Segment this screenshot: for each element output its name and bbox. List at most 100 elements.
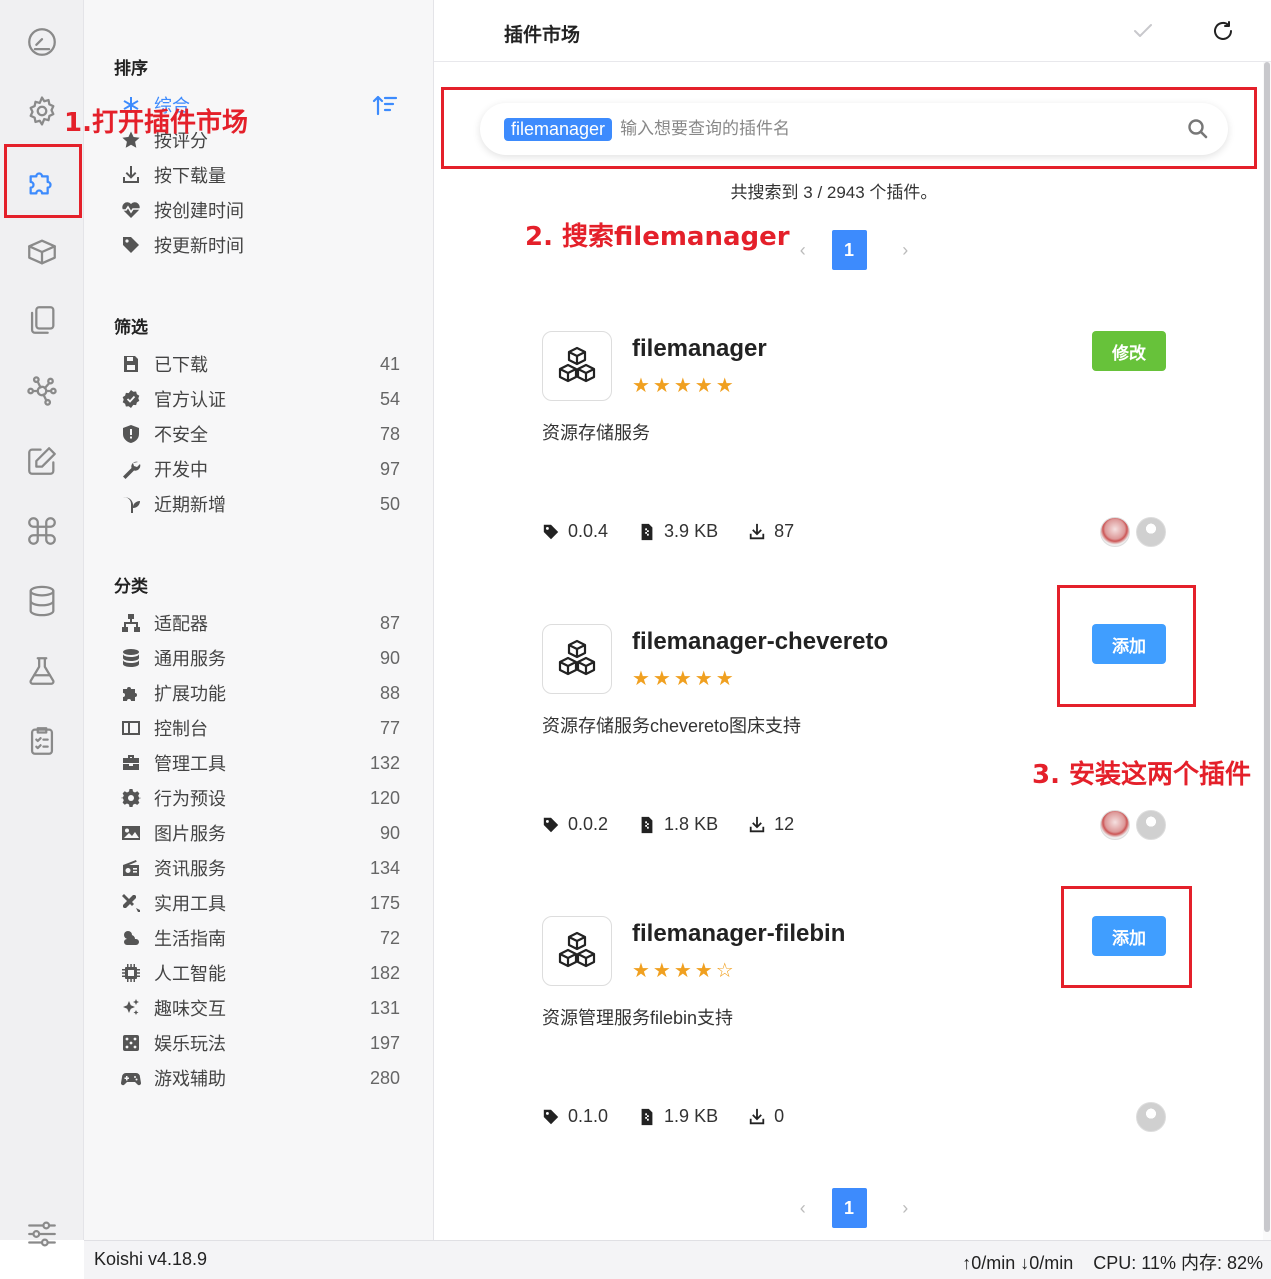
current-page[interactable]: 1: [831, 230, 867, 270]
refresh-icon[interactable]: [1208, 16, 1238, 46]
sort-item-updated[interactable]: 按更新时间: [120, 230, 400, 260]
maintainer-avatar[interactable]: [1136, 1102, 1166, 1132]
edit-notes-icon[interactable]: [22, 441, 62, 481]
category-item-count: 175: [369, 892, 400, 913]
sort-item-created[interactable]: 按创建时间: [120, 195, 400, 225]
plugin-action-button[interactable]: 修改: [1092, 331, 1166, 371]
category-item-label: 资讯服务: [154, 859, 226, 879]
current-page[interactable]: 1: [831, 1188, 867, 1228]
plugin-version: 0.1.0: [568, 1106, 609, 1126]
category-item[interactable]: 娱乐玩法 197: [120, 1028, 400, 1058]
tag-icon: [120, 234, 142, 256]
category-item[interactable]: 适配器 87: [120, 608, 400, 638]
maintainers: [1130, 1102, 1166, 1132]
upload-rate: 0/min: [971, 1253, 1016, 1273]
filter-item-label: 开发中: [154, 460, 208, 480]
plugin-name[interactable]: filemanager-filebin: [632, 920, 845, 948]
sort-item-downloads[interactable]: 按下载量: [120, 160, 400, 190]
top-bar: 插件市场: [434, 0, 1271, 62]
category-item[interactable]: 趣味交互 131: [120, 993, 400, 1023]
category-item[interactable]: 控制台 77: [120, 713, 400, 743]
version-tag-icon: [543, 524, 559, 539]
logs-clipboard-icon[interactable]: [22, 721, 62, 761]
settings-gear-icon[interactable]: [22, 91, 62, 131]
category-item[interactable]: 游戏辅助 280: [120, 1063, 400, 1093]
maintainer-avatar[interactable]: [1136, 810, 1166, 840]
category-item[interactable]: 实用工具 175: [120, 888, 400, 918]
category-item[interactable]: 资讯服务 134: [120, 853, 400, 883]
category-item-label: 管理工具: [154, 754, 226, 774]
maintainer-avatar[interactable]: [1136, 517, 1166, 547]
maintainer-avatar[interactable]: [1100, 517, 1130, 547]
category-item-count: 120: [369, 787, 400, 808]
version-tag-icon: [543, 817, 559, 832]
category-item[interactable]: 通用服务 90: [120, 643, 400, 673]
database-icon[interactable]: [22, 581, 62, 621]
result-count: 共搜索到 3 / 2943 个插件。: [730, 183, 938, 202]
category-item-label: 行为预设: [154, 789, 226, 809]
annotation-box-add1: [1057, 585, 1196, 707]
category-item[interactable]: 管理工具 132: [120, 748, 400, 778]
plugin-size: 3.9 KB: [664, 521, 719, 541]
chip-icon: [120, 962, 142, 984]
filter-item[interactable]: 官方认证 54: [120, 384, 400, 414]
filter-item[interactable]: 不安全 78: [120, 419, 400, 449]
maintainer-avatar[interactable]: [1100, 810, 1130, 840]
save-icon: [120, 353, 142, 375]
rating-stars: ★★★★★: [632, 375, 737, 397]
category-item-count: 77: [379, 717, 400, 738]
sitemap-icon: [120, 612, 142, 634]
dashboard-icon[interactable]: [22, 22, 62, 62]
download-icon: [120, 164, 142, 186]
weather-icon: [120, 927, 142, 949]
sandbox-flask-icon[interactable]: [22, 651, 62, 691]
filter-item[interactable]: 近期新增 50: [120, 489, 400, 519]
plugin-name[interactable]: filemanager: [632, 335, 767, 363]
network-dependencies-icon[interactable]: [22, 371, 62, 411]
prev-page-icon[interactable]: ‹: [794, 1198, 812, 1219]
category-item-count: 87: [379, 612, 400, 633]
category-item[interactable]: 人工智能 182: [120, 958, 400, 988]
category-item-label: 人工智能: [154, 964, 226, 984]
scroll-thumb[interactable]: [1264, 62, 1270, 1232]
gamepad-icon: [120, 1067, 142, 1089]
category-item-label: 控制台: [154, 719, 208, 739]
file-size-icon: [641, 523, 653, 540]
category-item-count: 90: [379, 822, 400, 843]
toolbox-icon: [120, 752, 142, 774]
filter-item[interactable]: 已下载 41: [120, 349, 400, 379]
command-icon[interactable]: [22, 511, 62, 551]
category-item[interactable]: 扩展功能 88: [120, 678, 400, 708]
next-page-icon[interactable]: ›: [897, 240, 915, 261]
pagination-top: ‹ 1 ›: [794, 230, 914, 270]
package-box-icon[interactable]: [22, 232, 62, 272]
category-item[interactable]: 图片服务 90: [120, 818, 400, 848]
category-item[interactable]: 行为预设 120: [120, 783, 400, 813]
file-size-icon: [641, 1108, 653, 1125]
page-title: 插件市场: [504, 25, 581, 46]
image-icon: [120, 822, 142, 844]
plugin-card[interactable]: filemanager ★★★★★ 资源存储服务 修改 0.0.4 3.9 KB 87: [542, 331, 1166, 566]
category-item[interactable]: 生活指南 72: [120, 923, 400, 953]
plugin-name[interactable]: filemanager-chevereto: [632, 628, 888, 656]
settings-sliders-icon[interactable]: [22, 1214, 62, 1254]
confirm-check-icon[interactable]: [1128, 16, 1158, 46]
next-page-icon[interactable]: ›: [897, 1198, 915, 1219]
category-item-label: 扩展功能: [154, 684, 226, 704]
plugin-size: 1.8 KB: [664, 814, 719, 834]
filter-item-count: 78: [379, 423, 400, 444]
seedling-icon: [120, 493, 142, 515]
plugin-version: 0.0.4: [568, 521, 609, 541]
version-tag-icon: [543, 1109, 559, 1124]
files-copy-icon[interactable]: [22, 300, 62, 340]
scrollbar[interactable]: [1263, 62, 1271, 1240]
annotation-box-search: [441, 87, 1257, 169]
filter-item[interactable]: 开发中 97: [120, 454, 400, 484]
sort-item-label: 按创建时间: [154, 201, 244, 221]
cog-icon: [120, 787, 142, 809]
plugin-downloads: 87: [774, 521, 795, 541]
sort-item-label: 按下载量: [154, 166, 226, 186]
filter-item-label: 官方认证: [154, 390, 226, 410]
window-icon: [120, 717, 142, 739]
prev-page-icon[interactable]: ‹: [794, 240, 812, 261]
